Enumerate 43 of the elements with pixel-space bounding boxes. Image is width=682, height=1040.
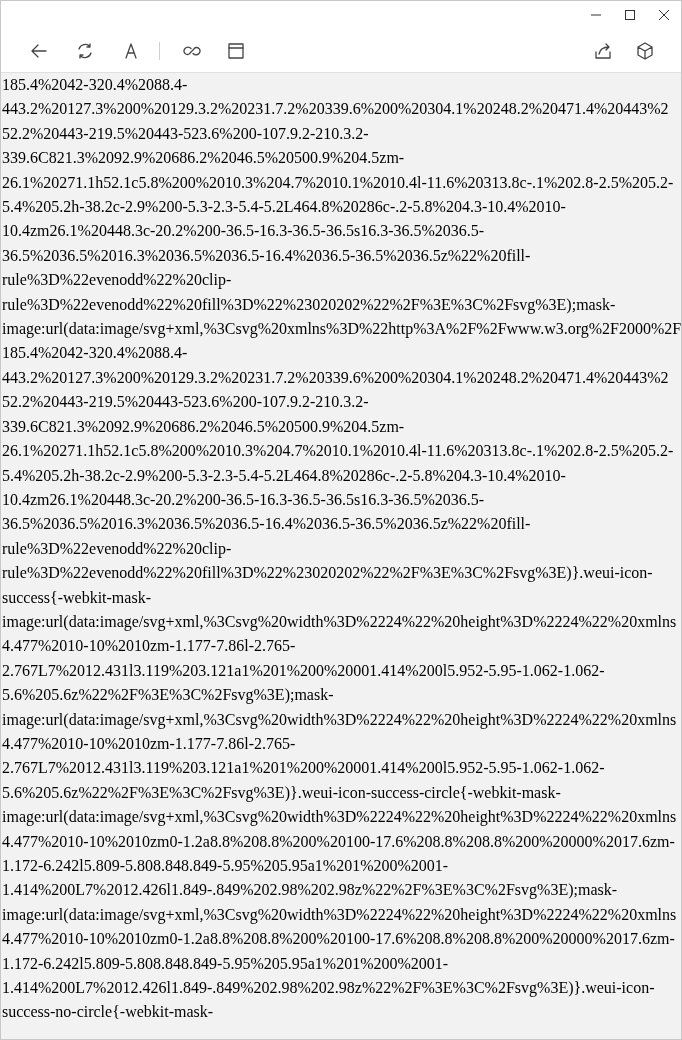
code-text-line: 36.5%2036.5%2016.3%2036.5%2036.5-16.4%2036.5-36.5%2036.5z%22%20fill- <box>2 245 531 266</box>
code-text-line: image:url(data:image/svg+xml,%3Csvg%20xmlns%3D%22http%3A%2F%2Fwww.w3.org%2F2000%2F <box>2 319 681 340</box>
code-text-line: 26.1%20271.1h52.1c5.8%200%2010.3%204.7%2010.1%2010.4l-11.6%20313.8c-.1%202.8-2.5%205.2- <box>2 441 674 462</box>
code-text-line: 4.477%2010-10%2010zm-1.177-7.86l-2.765- <box>2 636 296 657</box>
code-text-line: 339.6C821.3%2092.9%20686.2%2046.5%20500.9%204.5zm- <box>2 148 405 169</box>
code-text-line: 443.2%20127.3%200%20129.3.2%20231.7.2%20339.6%200%20304.1%20248.2%20471.4%20443%2 <box>2 99 669 120</box>
code-text-line: 443.2%20127.3%200%20129.3.2%20231.7.2%20339.6%200%20304.1%20248.2%20471.4%20443%2 <box>2 367 669 388</box>
maximize-icon <box>625 10 635 20</box>
code-text-line: 1.414%200L7%2012.426l1.849-.849%202.98%202.98z%22%2F%3E%3C%2Fsvg%3E);mask- <box>2 880 618 901</box>
code-text-line: 5.6%205.6z%22%2F%3E%3C%2Fsvg%3E);mask- <box>2 685 334 706</box>
code-text-line: image:url(data:image/svg+xml,%3Csvg%20width%3D%2224%22%20height%3D%2224%22%20xmlns <box>2 807 677 828</box>
code-text-line: 4.477%2010-10%2010zm-1.177-7.86l-2.765- <box>2 733 296 754</box>
code-text-line: 2.767L7%2012.431l3.119%203.121a1%201%200%20001.414%200l5.952-5.95-1.062-1.062- <box>2 660 605 681</box>
code-text-line: 4.477%2010-10%2010zm0-1.2a8.8%208.8%200%20100-17.6%208.8%208.8%200%20000%2017.6zm- <box>2 929 675 950</box>
code-text-line: 4.477%2010-10%2010zm0-1.2a8.8%208.8%200%20100-17.6%208.8%208.8%200%20000%2017.6zm- <box>2 831 675 852</box>
code-text-line: 2.767L7%2012.431l3.119%203.121a1%201%200%20001.414%200l5.952-5.95-1.062-1.062- <box>2 758 605 779</box>
window-icon <box>226 40 246 61</box>
code-text-line: rule%3D%22evenodd%22%20clip- <box>2 270 232 291</box>
cube-icon <box>635 40 655 61</box>
code-text-line: 5.6%205.6z%22%2F%3E%3C%2Fsvg%3E)}.weui-icon-success-circle{-webkit-mask- <box>2 782 561 804</box>
code-text-line: 185.4%2042-320.4%2088.4- <box>2 343 188 364</box>
code-text-line: 10.4zm26.1%20448.3c-20.2%200-36.5-16.3-36.5-36.5s16.3-36.5%2036.5- <box>2 221 485 242</box>
code-text-line: success{-webkit-mask- <box>2 587 151 608</box>
code-text-line: 5.4%205.2h-38.2c-2.9%200-5.3-2.3-5.4-5.2L464.8%20286c-.2-5.8%204.3-10.4%2010- <box>2 465 566 486</box>
code-text-line: 1.172-6.242l5.809-5.808.848.849-5.95%205.95a1%201%200%2001- <box>2 953 449 974</box>
code-text-line: 10.4zm26.1%20448.3c-20.2%200-36.5-16.3-36.5-36.5s16.3-36.5%2036.5- <box>2 489 485 510</box>
code-text-line: 52.2%20443-219.5%20443-523.6%200-107.9.2-210.3.2- <box>2 392 369 413</box>
code-text-line: 185.4%2042-320.4%2088.4- <box>2 75 188 95</box>
code-text-line: image:url(data:image/svg+xml,%3Csvg%20width%3D%2224%22%20height%3D%2224%22%20xmlns <box>2 904 677 926</box>
code-text-line: rule%3D%22evenodd%22%20fill%3D%22%23020202%22%2F%3E%3C%2Fsvg%3E);mask- <box>2 294 616 316</box>
code-text-line: image:url(data:image/svg+xml,%3Csvg%20width%3D%2224%22%20height%3D%2224%22%20xmlns <box>2 611 677 633</box>
code-text-line: rule%3D%22evenodd%22%20clip- <box>2 538 232 560</box>
code-text-line: 339.6C821.3%2092.9%20686.2%2046.5%20500.9%204.5zm- <box>2 416 405 437</box>
code-text-line: image:url(data:image/svg+xml,%3Csvg%20width%3D%2224%22%20height%3D%2224%22%20xmlns <box>2 709 677 731</box>
code-text-line: 5.4%205.2h-38.2c-2.9%200-5.3-2.3-5.4-5.2L464.8%20286c-.2-5.8%204.3-10.4%2010- <box>2 197 566 218</box>
code-text-line: 1.172-6.242l5.809-5.808.848.849-5.95%205.95a1%201%200%2001- <box>2 856 449 876</box>
code-text-line: 36.5%2036.5%2016.3%2036.5%2036.5-16.4%2036.5-36.5%2036.5z%22%20fill- <box>2 514 531 535</box>
code-text-line: 1.414%200L7%2012.426l1.849-.849%202.98%202.98z%22%2F%3E%3C%2Fsvg%3E)}.weui-icon- <box>2 978 655 999</box>
close-icon <box>659 10 669 20</box>
code-text-line: 52.2%20443-219.5%20443-523.6%200-107.9.2-210.3.2- <box>2 123 369 144</box>
code-text-line: rule%3D%22evenodd%22%20fill%3D%22%23020202%22%2F%3E%3C%2Fsvg%3E)}.weui-icon- <box>2 563 653 584</box>
code-text-line: 26.1%20271.1h52.1c5.8%200%2010.3%204.7%2010.1%2010.4l-11.6%20313.8c-.1%202.8-2.5%205.2- <box>2 172 674 193</box>
code-text-line: success-no-circle{-webkit-mask- <box>2 1002 214 1023</box>
